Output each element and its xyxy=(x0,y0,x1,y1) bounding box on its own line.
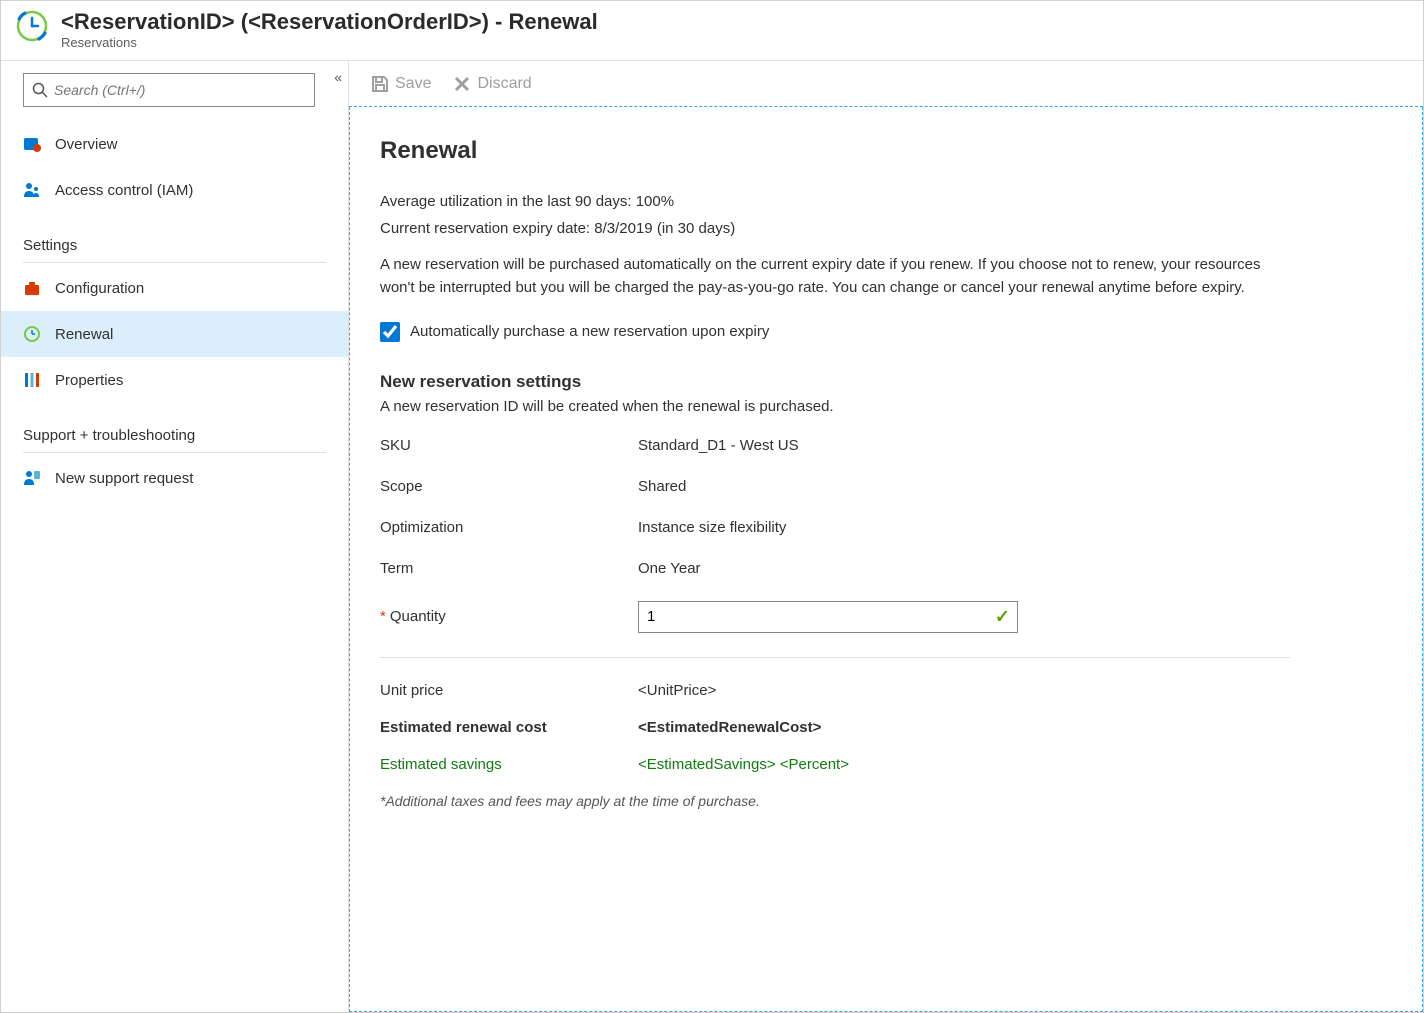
cost-unit-price: Unit price <UnitPrice> xyxy=(380,682,1392,699)
field-quantity: *Quantity ✓ xyxy=(380,601,1392,633)
sidebar-item-label: Access control (IAM) xyxy=(55,182,193,199)
renewal-description: A new reservation will be purchased auto… xyxy=(380,253,1290,300)
reservation-icon xyxy=(15,9,49,43)
expiry-text: Current reservation expiry date: 8/3/201… xyxy=(380,220,1392,237)
sidebar-section-settings: Settings xyxy=(1,213,348,260)
sidebar-item-configuration[interactable]: Configuration xyxy=(1,265,348,311)
sidebar-item-new-support-request[interactable]: New support request xyxy=(1,455,348,501)
field-optimization: Optimization Instance size flexibility xyxy=(380,519,1392,536)
sidebar-item-renewal[interactable]: Renewal xyxy=(1,311,348,357)
save-button[interactable]: Save xyxy=(371,75,431,93)
sidebar-section-support: Support + troubleshooting xyxy=(1,403,348,450)
sidebar-item-label: New support request xyxy=(55,470,193,487)
new-reservation-title: New reservation settings xyxy=(380,372,1392,392)
valid-check-icon: ✓ xyxy=(995,606,1010,627)
sidebar-item-access-control[interactable]: Access control (IAM) xyxy=(1,167,348,213)
utilization-text: Average utilization in the last 90 days:… xyxy=(380,193,1392,210)
divider xyxy=(23,452,326,453)
toolbar: Save Discard xyxy=(349,61,1423,107)
quantity-input[interactable] xyxy=(638,601,1018,633)
field-scope: Scope Shared xyxy=(380,478,1392,495)
footnote: *Additional taxes and fees may apply at … xyxy=(380,793,1392,809)
collapse-sidebar-button[interactable]: « xyxy=(334,69,342,85)
panel-heading: Renewal xyxy=(380,137,1392,165)
sidebar-item-properties[interactable]: Properties xyxy=(1,357,348,403)
sidebar-item-label: Renewal xyxy=(55,326,113,343)
new-reservation-subtitle: A new reservation ID will be created whe… xyxy=(380,398,1392,415)
renewal-icon xyxy=(23,325,41,343)
sidebar-item-overview[interactable]: Overview xyxy=(1,121,348,167)
sidebar: « Overview Access control (IAM) Sett xyxy=(1,61,349,1012)
divider xyxy=(380,657,1290,658)
search-input[interactable] xyxy=(23,73,315,107)
breadcrumb[interactable]: Reservations xyxy=(61,35,598,50)
config-icon xyxy=(23,279,41,297)
field-term: Term One Year xyxy=(380,560,1392,577)
auto-purchase-label[interactable]: Automatically purchase a new reservation… xyxy=(410,323,769,340)
field-sku: SKU Standard_D1 - West US xyxy=(380,437,1392,454)
sidebar-item-label: Overview xyxy=(55,136,118,153)
page-title: <ReservationID> (<ReservationOrderID>) -… xyxy=(61,9,598,35)
divider xyxy=(23,262,326,263)
search-icon xyxy=(32,82,48,98)
page-header: <ReservationID> (<ReservationOrderID>) -… xyxy=(1,1,1423,61)
save-icon xyxy=(371,75,389,93)
auto-purchase-checkbox[interactable] xyxy=(380,322,400,342)
cost-savings: Estimated savings <EstimatedSavings> <Pe… xyxy=(380,756,1392,773)
renewal-panel: Renewal Average utilization in the last … xyxy=(350,107,1422,839)
close-icon xyxy=(453,75,471,93)
required-indicator: * xyxy=(380,608,386,625)
cost-renewal-cost: Estimated renewal cost <EstimatedRenewal… xyxy=(380,719,1392,736)
overview-icon xyxy=(23,135,41,153)
access-icon xyxy=(23,181,41,199)
sidebar-item-label: Configuration xyxy=(55,280,144,297)
support-icon xyxy=(23,469,41,487)
sidebar-item-label: Properties xyxy=(55,372,123,389)
discard-button[interactable]: Discard xyxy=(453,75,531,93)
properties-icon xyxy=(23,371,41,389)
